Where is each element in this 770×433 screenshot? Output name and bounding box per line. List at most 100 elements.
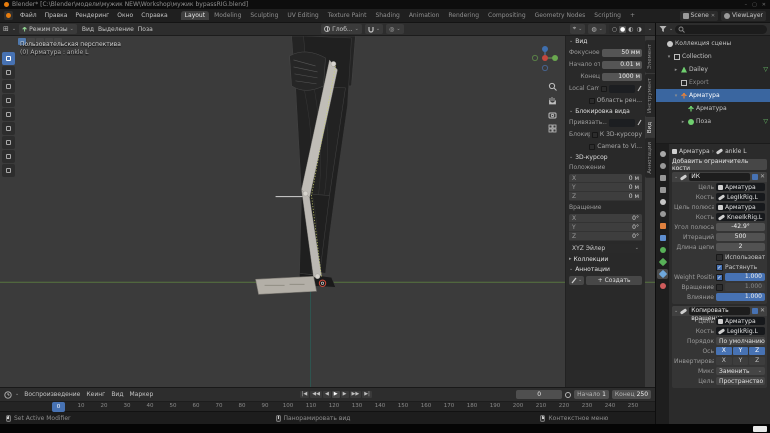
collapse-icon[interactable]: ⌄: [674, 309, 678, 314]
next-keyframe-button[interactable]: ▶▶: [350, 391, 362, 398]
tool-move[interactable]: [2, 80, 15, 93]
tab-scripting[interactable]: Scripting: [590, 11, 625, 20]
props-tab-bone[interactable]: [657, 257, 668, 267]
timeline-menu-вид[interactable]: Вид: [109, 391, 125, 398]
zoom-icon[interactable]: [548, 82, 557, 91]
ik-bone-field[interactable]: LegIkRig.L: [716, 193, 765, 201]
current-frame-field[interactable]: 0: [516, 390, 562, 399]
timeline-menu-маркер[interactable]: Маркер: [127, 391, 155, 398]
tab-geometry-nodes[interactable]: Geometry Nodes: [531, 11, 590, 20]
iterations-field[interactable]: 500: [716, 233, 765, 241]
view-layer-selector[interactable]: ViewLayer: [721, 11, 766, 21]
collapse-icon[interactable]: ⌄: [674, 175, 678, 180]
unlink-scene-icon[interactable]: ✕: [711, 13, 715, 19]
outliner-row-арматура[interactable]: ▾Арматура: [656, 89, 770, 102]
cursor-section-header[interactable]: ⌄3D-курсор: [569, 154, 642, 161]
constraint-name-field[interactable]: ИК: [689, 173, 750, 181]
scene-selector[interactable]: Scene ✕: [680, 11, 719, 21]
tab-compositing[interactable]: Compositing: [484, 11, 530, 20]
local-camera-checkbox[interactable]: [601, 86, 607, 92]
tool-rotate[interactable]: [2, 94, 15, 107]
jump-to-start-button[interactable]: |◀: [300, 391, 310, 398]
filter-funnel-icon[interactable]: [659, 25, 667, 33]
auto-keying-toggle[interactable]: [565, 392, 571, 398]
props-tab-object-data[interactable]: [657, 245, 668, 255]
navigation-gizmo[interactable]: [532, 44, 562, 80]
chain-length-field[interactable]: 2: [716, 243, 765, 251]
focal-length-field[interactable]: 50 мм: [602, 49, 642, 57]
tool-scale[interactable]: [2, 108, 15, 121]
pole-angle-field[interactable]: -42.9°: [716, 223, 765, 231]
menu-справка[interactable]: Справка: [137, 12, 171, 19]
view-lock-section-header[interactable]: ⌄Блокировка вида: [569, 108, 642, 115]
annotations-section-header[interactable]: ⌄Аннотации: [569, 266, 642, 273]
cursor-x-field[interactable]: X0 м: [569, 174, 642, 183]
mix-dropdown[interactable]: Заменить⌄: [716, 367, 765, 375]
cursor-z-field[interactable]: Z0 м: [569, 192, 642, 201]
play-button[interactable]: ▶: [332, 391, 340, 398]
ik-target-field[interactable]: Арматура: [716, 183, 765, 191]
clip-start-field[interactable]: 0.01 м: [602, 61, 642, 69]
props-tab-view-layer[interactable]: [657, 185, 668, 195]
editor-dropdown-icon[interactable]: ⌄: [15, 392, 19, 397]
view-section-header[interactable]: ⌄Вид: [569, 38, 642, 45]
clip-end-field[interactable]: 1000 м: [602, 73, 642, 81]
constraint-enable-icon[interactable]: [752, 308, 758, 314]
props-tab-scene[interactable]: [657, 197, 668, 207]
props-tab-render[interactable]: [657, 161, 668, 171]
local-camera-field[interactable]: [609, 85, 635, 93]
editor-type-icon[interactable]: ⊞: [3, 25, 9, 33]
props-tab-world[interactable]: [657, 209, 668, 219]
tab-layout[interactable]: Layout: [181, 11, 209, 20]
ortho-grid-icon[interactable]: [548, 124, 557, 133]
tab-shading[interactable]: Shading: [371, 11, 403, 20]
tool-pose-specials[interactable]: [2, 164, 15, 177]
menu-правка[interactable]: Правка: [41, 12, 72, 19]
weight-position-checkbox[interactable]: ✓: [716, 274, 723, 281]
axis-y-toggle[interactable]: Y: [733, 347, 749, 355]
window-maximize-button[interactable]: ▢: [752, 2, 757, 8]
annotation-tool-dropdown[interactable]: ⌄: [569, 276, 584, 285]
play-reverse-button[interactable]: ◀: [323, 391, 331, 398]
tab-+[interactable]: +: [626, 11, 639, 20]
tab-modeling[interactable]: Modeling: [210, 11, 245, 20]
target-space-dropdown[interactable]: Пространство мир...⌄: [716, 377, 765, 385]
tab-animation[interactable]: Animation: [405, 11, 444, 20]
constraint-enable-icon[interactable]: [752, 174, 758, 180]
collections-section-header[interactable]: ▸Коллекции: [569, 256, 642, 263]
solid-shading-icon[interactable]: ●: [619, 26, 626, 33]
camera-view-icon[interactable]: [548, 110, 557, 119]
disclosure-icon[interactable]: ▸: [673, 67, 679, 73]
outliner-search-input[interactable]: [675, 25, 767, 34]
disclosure-icon[interactable]: ▾: [666, 54, 672, 60]
tool-cursor[interactable]: [2, 66, 15, 79]
axis-x-toggle[interactable]: X: [716, 347, 732, 355]
viewport-menu-поза[interactable]: Поза: [136, 26, 155, 33]
frame-start-field[interactable]: Начало1: [574, 390, 609, 399]
rotation-mode-dropdown[interactable]: XYZ Эйлер⌄: [569, 244, 642, 253]
eyedropper-icon[interactable]: [637, 119, 642, 126]
viewport-menu-выделение[interactable]: Выделение: [96, 26, 136, 33]
constraint-delete-button[interactable]: ✕: [760, 174, 765, 180]
timeline-ruler[interactable]: 0 10203040506070809010011012013014015016…: [0, 401, 655, 411]
sidebar-tab-инструмент[interactable]: Инструмент: [645, 74, 655, 117]
mode-dropdown[interactable]: Режим позы ⌄: [19, 24, 77, 34]
prev-keyframe-button[interactable]: ◀◀: [310, 391, 322, 398]
props-tab-object[interactable]: [657, 221, 668, 231]
tool-transform[interactable]: [2, 122, 15, 135]
tab-uv-editing[interactable]: UV Editing: [283, 11, 322, 20]
props-tab-bone-constraint[interactable]: [657, 269, 668, 279]
cr-bone-field[interactable]: LegIkRig.L: [716, 327, 765, 335]
props-tab-tool[interactable]: [657, 149, 668, 159]
rotation-weight-slider[interactable]: 1.000: [725, 283, 765, 291]
axis-z-toggle[interactable]: Z: [749, 347, 765, 355]
proportional-edit-dropdown[interactable]: ◎⌄: [386, 24, 403, 34]
menu-окно[interactable]: Окно: [113, 12, 137, 19]
props-tab-output[interactable]: [657, 173, 668, 183]
material-shading-icon[interactable]: ◐: [627, 26, 634, 33]
invert-y-toggle[interactable]: Y: [733, 357, 749, 365]
menu-файл[interactable]: Файл: [16, 12, 41, 19]
frame-end-field[interactable]: Конец250: [612, 390, 651, 399]
outliner-row-поза[interactable]: ▸Поза▽: [656, 115, 770, 128]
props-tab-modifiers[interactable]: [657, 233, 668, 243]
